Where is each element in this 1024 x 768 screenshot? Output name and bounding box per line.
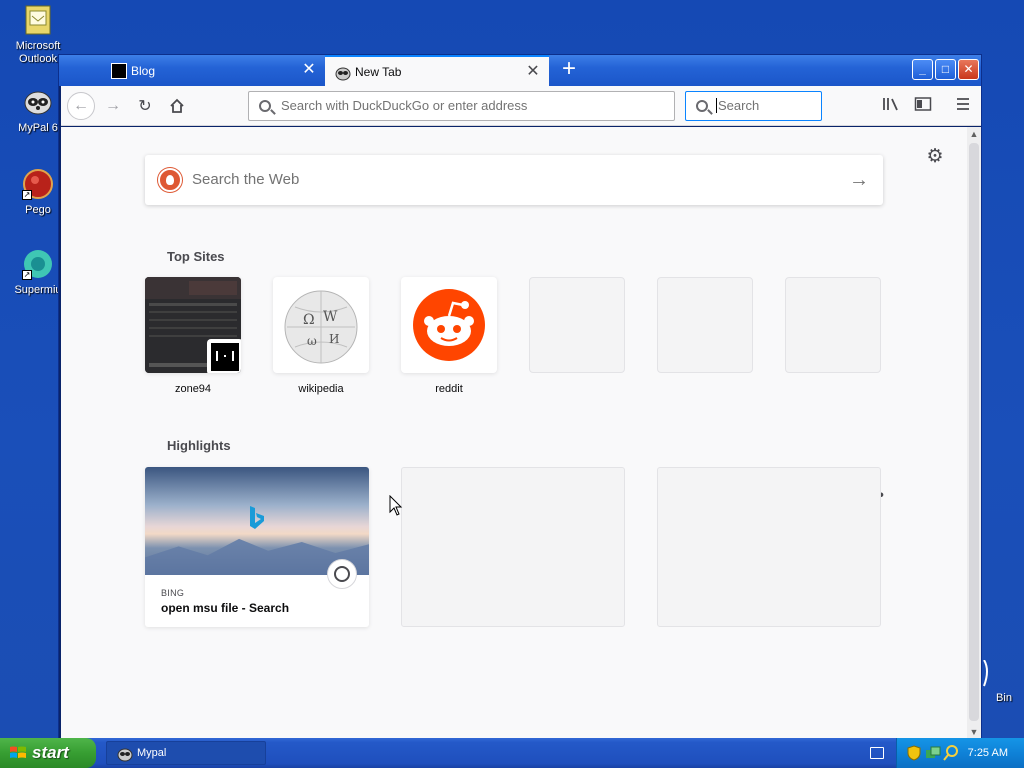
mouse-cursor-icon xyxy=(389,495,403,516)
top-site-thumbnail: ΩWИω xyxy=(273,277,369,373)
maximize-button[interactable]: □ xyxy=(935,59,956,80)
shortcut-arrow-icon: ↗ xyxy=(22,270,32,280)
address-placeholder: Search with DuckDuckGo or enter address xyxy=(281,98,528,113)
highlights-heading: Highlights xyxy=(167,438,231,453)
new-tab-plus-icon[interactable]: + xyxy=(557,57,581,82)
pego-icon: ↗ xyxy=(22,168,54,200)
tab-label: Blog xyxy=(131,63,156,78)
top-site-empty[interactable] xyxy=(529,277,625,373)
navigation-toolbar: ← → ↻ Search with DuckDuckGo or enter ad… xyxy=(61,86,981,126)
svg-text:ω: ω xyxy=(307,334,317,348)
tab-strip: Blog ✕ New Tab ✕ + _ □ ✕ xyxy=(59,55,981,86)
home-icon[interactable] xyxy=(163,92,191,120)
mypal-raccoon-icon xyxy=(22,86,54,118)
duckduckgo-logo-icon xyxy=(158,168,182,192)
svg-text:И: И xyxy=(329,332,339,346)
security-shield-icon[interactable] xyxy=(907,745,921,761)
highlight-empty xyxy=(401,467,625,627)
tab-blog[interactable]: Blog ✕ xyxy=(101,55,325,86)
search-go-arrow-icon[interactable]: → xyxy=(849,155,869,205)
keyboard-icon[interactable] xyxy=(870,747,884,759)
top-site-empty[interactable] xyxy=(785,277,881,373)
close-tab-icon[interactable]: ✕ xyxy=(525,64,541,80)
supermium-icon: ↗ xyxy=(22,248,54,280)
top-site-reddit[interactable]: reddit xyxy=(401,277,497,395)
web-search-box[interactable]: Search the Web → xyxy=(145,155,883,205)
top-site-label: reddit xyxy=(435,383,463,395)
top-site-thumbnail xyxy=(401,277,497,373)
new-tab-page: ⚙ Search the Web → Top Sites zone94 ΩWИω… xyxy=(61,127,967,739)
mypal-favicon-icon xyxy=(335,65,351,81)
search-icon xyxy=(696,100,708,112)
empty-tile xyxy=(529,277,625,373)
empty-tile xyxy=(657,277,753,373)
search-bar[interactable]: Search xyxy=(685,91,822,121)
outlook-icon xyxy=(22,4,54,36)
empty-tile xyxy=(785,277,881,373)
top-site-thumbnail xyxy=(145,277,241,373)
top-site-empty[interactable] xyxy=(657,277,753,373)
scroll-thumb[interactable] xyxy=(969,143,979,721)
minimize-button[interactable]: _ xyxy=(912,59,933,80)
system-tray: 7:25 AM xyxy=(896,738,1024,768)
clock-icon xyxy=(327,559,357,589)
address-bar[interactable]: Search with DuckDuckGo or enter address xyxy=(248,91,675,121)
network-icon[interactable] xyxy=(925,745,941,761)
search-placeholder: Search xyxy=(716,98,760,113)
svg-text:Ω: Ω xyxy=(303,312,315,328)
web-search-placeholder: Search the Web xyxy=(192,171,300,188)
top-site-zone94[interactable]: zone94 xyxy=(145,277,241,395)
taskbar-clock: 7:25 AM xyxy=(967,747,1008,759)
vertical-scrollbar[interactable]: ▲ ▼ xyxy=(967,127,981,739)
bing-logo-icon xyxy=(250,506,264,529)
scroll-down-arrow-icon[interactable]: ▼ xyxy=(967,725,981,739)
close-window-button[interactable]: ✕ xyxy=(958,59,979,80)
top-site-wikipedia[interactable]: ΩWИω wikipedia xyxy=(273,277,369,395)
close-tab-icon[interactable]: ✕ xyxy=(301,62,317,78)
scroll-up-arrow-icon[interactable]: ▲ xyxy=(967,127,981,141)
taskbar-item-label: Mypal xyxy=(137,747,167,759)
mypal-raccoon-icon xyxy=(117,748,133,762)
tab-label: New Tab xyxy=(355,64,402,79)
gear-icon[interactable]: ⚙ xyxy=(925,147,945,167)
top-sites-heading: Top Sites xyxy=(167,249,225,264)
hamburger-menu-icon[interactable] xyxy=(953,96,973,116)
svg-text:W: W xyxy=(323,309,338,325)
taskbar-item-mypal[interactable]: Mypal xyxy=(106,741,266,765)
top-site-label: wikipedia xyxy=(298,383,344,395)
search-icon xyxy=(259,100,271,112)
highlight-thumbnail xyxy=(145,467,369,575)
recycle-bin-icon xyxy=(982,659,992,688)
start-label: start xyxy=(32,743,69,762)
top-site-label: zone94 xyxy=(174,383,212,395)
highlight-source: BING xyxy=(161,588,185,598)
zone94-favicon-icon xyxy=(207,339,241,373)
back-arrow-icon[interactable]: ← xyxy=(67,92,95,120)
shortcut-arrow-icon: ↗ xyxy=(22,190,32,200)
wikipedia-globe-icon: Ω WИω xyxy=(284,290,358,364)
windows-flag-icon xyxy=(10,746,26,758)
library-icon[interactable] xyxy=(881,96,901,116)
tab-new-tab[interactable]: New Tab ✕ xyxy=(325,55,549,86)
search-tray-icon[interactable] xyxy=(943,745,959,761)
forward-arrow-icon[interactable]: → xyxy=(99,92,127,120)
sidebar-icon[interactable] xyxy=(913,96,933,116)
highlight-empty xyxy=(657,467,881,627)
highlight-card[interactable]: BING open msu file - Search xyxy=(145,467,369,627)
start-button[interactable]: start xyxy=(0,738,96,768)
highlight-title: open msu file - Search xyxy=(161,601,290,615)
reload-icon[interactable]: ↻ xyxy=(131,92,159,120)
reddit-logo-icon xyxy=(413,289,485,361)
browser-window: Blog ✕ New Tab ✕ + _ □ ✕ ← → ↻ Search wi… xyxy=(58,54,982,740)
taskbar: start Mypal 7:25 AM xyxy=(0,738,1024,768)
blog-favicon-icon xyxy=(111,63,127,79)
